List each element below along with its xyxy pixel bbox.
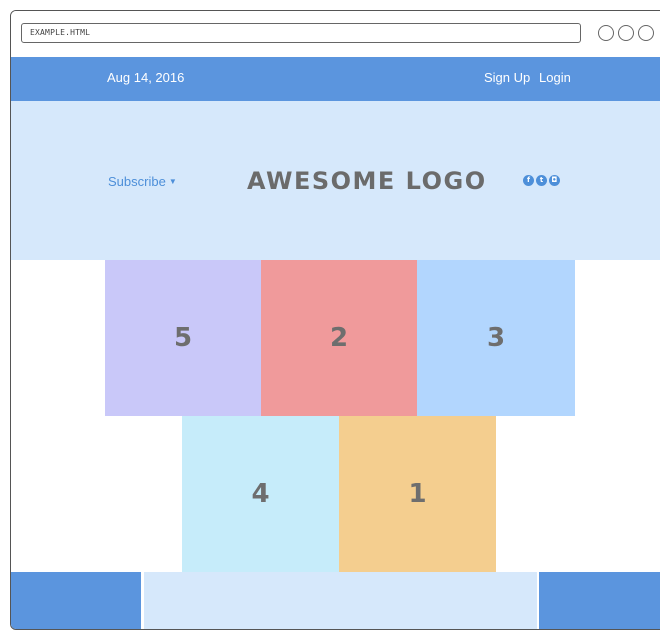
site-logo[interactable]: AWESOME LOGO — [247, 167, 487, 195]
tile-label: 2 — [329, 323, 349, 353]
subscribe-dropdown[interactable]: Subscribe ▼ — [108, 174, 177, 189]
tile-1[interactable]: 1 — [339, 416, 496, 572]
caret-down-icon: ▼ — [168, 177, 177, 186]
instagram-icon[interactable]: ◘ — [549, 175, 560, 186]
tile-label: 3 — [486, 323, 506, 353]
window-button-3[interactable] — [638, 25, 654, 41]
footer-block-left — [11, 572, 141, 629]
facebook-icon[interactable]: f — [523, 175, 534, 186]
tile-5[interactable]: 5 — [105, 260, 261, 416]
tile-label: 4 — [251, 479, 270, 509]
twitter-icon[interactable]: t — [536, 175, 547, 186]
address-bar[interactable]: EXAMPLE.HTML — [21, 23, 581, 43]
window-button-2[interactable] — [618, 25, 634, 41]
subscribe-label: Subscribe — [108, 174, 166, 189]
signup-link[interactable]: Sign Up — [484, 70, 530, 85]
tile-label: 5 — [173, 323, 193, 353]
footer-block-center — [144, 572, 537, 629]
date-label: Aug 14, 2016 — [107, 70, 185, 85]
top-nav-bar: Aug 14, 2016 Sign Up Login — [11, 57, 660, 101]
site-header: Subscribe ▼ AWESOME LOGO f t ◘ — [11, 101, 660, 260]
window-button-1[interactable] — [598, 25, 614, 41]
tile-2[interactable]: 2 — [261, 260, 417, 416]
tile-3[interactable]: 3 — [417, 260, 575, 416]
footer-block-right — [539, 572, 660, 629]
tile-label: 1 — [408, 479, 427, 509]
login-link[interactable]: Login — [539, 70, 571, 85]
tile-4[interactable]: 4 — [182, 416, 339, 572]
browser-chrome: EXAMPLE.HTML — [11, 11, 660, 57]
browser-window: EXAMPLE.HTML Aug 14, 2016 Sign Up Login … — [10, 10, 660, 630]
social-icons: f t ◘ — [523, 175, 560, 186]
